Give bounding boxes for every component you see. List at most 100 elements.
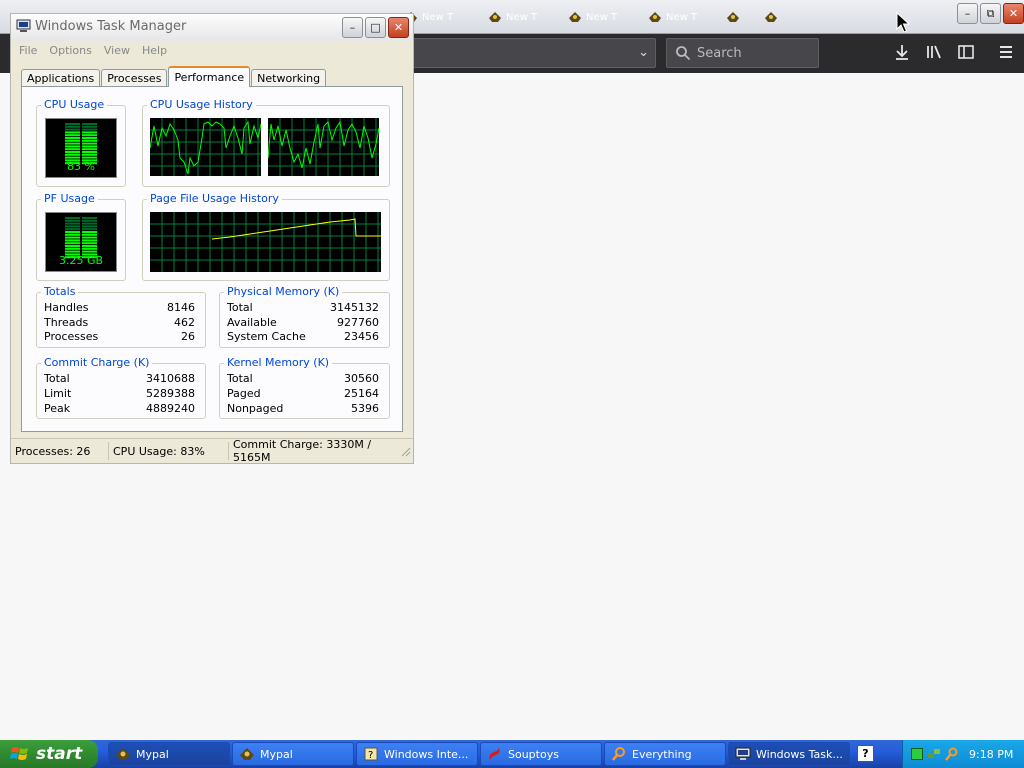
task-manager-window: Windows Task Manager – □ ✕ File Options … [10, 13, 414, 464]
row-value: 5396 [351, 402, 379, 415]
download-icon[interactable] [892, 43, 912, 63]
browser-tab[interactable] [764, 8, 794, 26]
row-value: 25164 [344, 387, 379, 400]
search-icon [676, 46, 691, 61]
kernel-row-paged: Paged 25164 [227, 387, 379, 400]
tray-network-icon[interactable] [927, 747, 941, 761]
taskbar-button-task-manager[interactable]: Windows Task... [728, 742, 850, 766]
browser-tab[interactable]: New T [568, 8, 646, 26]
tab-networking[interactable]: Networking [251, 69, 327, 86]
tab-processes[interactable]: Processes [101, 69, 168, 86]
menu-file[interactable]: File [19, 44, 37, 57]
start-label: start [36, 744, 83, 764]
pf-history-graph [150, 212, 381, 272]
row-name: Processes [44, 330, 99, 343]
close-button[interactable]: ✕ [388, 17, 409, 38]
commit-charge-group: Commit Charge (K) Total 3410688 Limit 5289… [36, 356, 206, 419]
physical-memory-label: Physical Memory (K) [224, 285, 343, 298]
browser-tab-label: New T [666, 11, 698, 23]
tab-performance[interactable]: Performance [168, 66, 251, 87]
help-icon[interactable]: ? [857, 745, 874, 762]
taskbar-button-label: Windows Task... [756, 747, 843, 761]
row-name: Handles [44, 301, 89, 314]
physical-row-available: Available 927760 [227, 316, 379, 329]
taskbar-button-label: Souptoys [508, 747, 559, 761]
windows-logo-icon [10, 747, 28, 760]
menu-options[interactable]: Options [49, 44, 91, 57]
browser-tab-label: New T [422, 11, 454, 23]
souptoys-icon [489, 747, 500, 760]
menu-help[interactable]: Help [142, 44, 167, 57]
taskbar-button-label: Everything [632, 747, 692, 761]
mouse-cursor-icon [896, 12, 910, 33]
minimize-icon: – [349, 21, 356, 34]
mypal-icon [240, 748, 254, 760]
browser-tab[interactable]: New T [404, 8, 482, 26]
close-icon: ✕ [393, 21, 404, 34]
task-manager-icon [16, 19, 31, 32]
sidebar-icon[interactable] [956, 43, 976, 63]
taskbar-button-label: Windows Inte... [384, 747, 469, 761]
search-input[interactable]: Search [666, 38, 819, 68]
cpu-history-graph-core1 [150, 118, 261, 176]
browser-tab-label: New T [586, 11, 618, 23]
row-name: Total [227, 301, 253, 314]
maximize-button[interactable]: □ [365, 17, 386, 38]
hamburger-menu-icon[interactable] [996, 43, 1016, 63]
tab-applications[interactable]: Applications [21, 69, 101, 86]
kernel-memory-group: Kernel Memory (K) Total 30560 Paged 25164 … [219, 356, 390, 419]
menu-bar: File Options View Help [11, 41, 421, 59]
taskbar-button-mypal-2[interactable]: Mypal [232, 742, 354, 766]
kernel-memory-label: Kernel Memory (K) [224, 356, 333, 369]
row-name: Peak [44, 402, 71, 415]
title-bar[interactable]: Windows Task Manager – □ ✕ [11, 14, 413, 41]
taskbar-button-windows-installer[interactable]: ? Windows Inte... [356, 742, 478, 766]
pf-history-group: Page File Usage History [142, 192, 390, 281]
close-icon: ✕ [1008, 7, 1019, 20]
pf-history-label: Page File Usage History [147, 192, 282, 205]
cpu-usage-bar [65, 123, 97, 165]
browser-tab[interactable]: New T [488, 8, 566, 26]
row-value: 8146 [167, 301, 195, 314]
kernel-row-nonpaged: Nonpaged 5396 [227, 402, 379, 415]
row-value: 4889240 [146, 402, 195, 415]
status-commit: Commit Charge: 3330M / 5165M [233, 438, 372, 464]
row-value: 3145132 [330, 301, 379, 314]
commit-charge-label: Commit Charge (K) [41, 356, 153, 369]
totals-row-threads: Threads 462 [44, 316, 195, 329]
library-icon[interactable] [924, 43, 944, 63]
chevron-down-icon[interactable]: ⌄ [638, 45, 649, 60]
row-value: 30560 [344, 372, 379, 385]
row-name: Available [227, 316, 277, 329]
browser-tab[interactable]: New T [648, 8, 726, 26]
tray-green-square-icon[interactable] [911, 748, 923, 760]
minimize-button[interactable]: – [342, 17, 363, 38]
cpu-history-graph-core2 [268, 118, 379, 176]
row-value: 5289388 [146, 387, 195, 400]
pf-usage-value: 3.25 GB [58, 254, 104, 267]
browser-window-controls: – ⧉ ✕ [957, 3, 1024, 24]
start-button[interactable]: start [0, 740, 98, 768]
browser-tab[interactable] [726, 8, 756, 26]
mypal-icon [649, 12, 661, 22]
taskbar-button-mypal[interactable]: Mypal [108, 742, 230, 766]
menu-view[interactable]: View [104, 44, 130, 57]
resize-grip-icon[interactable] [399, 445, 411, 457]
tray-search-icon[interactable] [945, 747, 959, 761]
taskbar-button-everything[interactable]: Everything [604, 742, 726, 766]
url-bar[interactable]: ⌄ [412, 38, 656, 68]
row-name: System Cache [227, 330, 306, 343]
cpu-history-label: CPU Usage History [147, 98, 256, 111]
minimize-button[interactable]: – [957, 3, 978, 24]
task-manager-icon [735, 747, 751, 760]
pf-usage-meter: 3.25 GB [45, 212, 117, 272]
close-button[interactable]: ✕ [1003, 3, 1024, 24]
row-value: 26 [181, 330, 195, 343]
totals-row-processes: Processes 26 [44, 330, 195, 343]
taskbar-button-souptoys[interactable]: Souptoys [480, 742, 602, 766]
clock: 9:18 PM [969, 747, 1014, 761]
row-value: 23456 [344, 330, 379, 343]
restore-button[interactable]: ⧉ [980, 3, 1001, 24]
restore-icon: ⧉ [986, 6, 995, 20]
pf-usage-group: PF Usage 3.25 GB [36, 192, 126, 281]
